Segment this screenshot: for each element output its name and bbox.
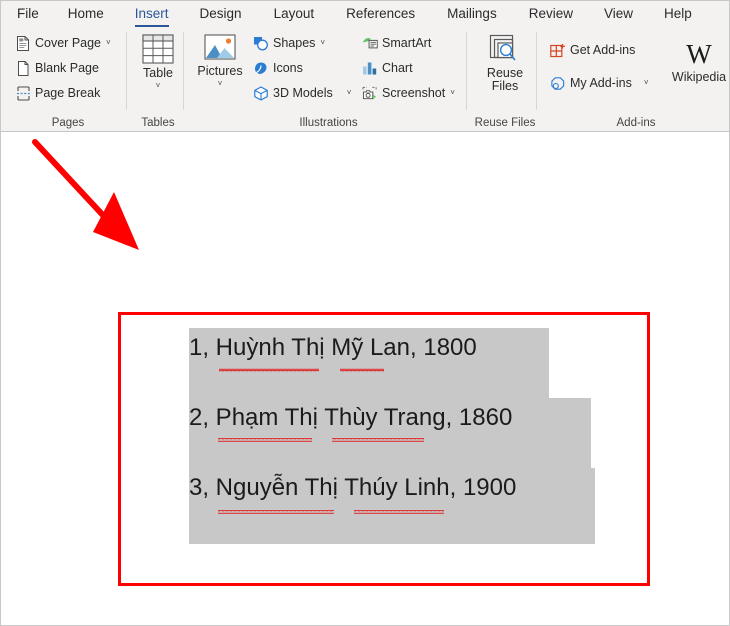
document-line-text: 2, Phạm Thị Thùy Trang, 1860 (189, 404, 513, 431)
chevron-down-icon[interactable]: ˅ (106, 39, 111, 47)
group-divider (466, 32, 467, 110)
ribbon: Cover Page ˅ Blank Page Page Break Pages… (1, 28, 729, 132)
tab-label: Mailings (447, 6, 497, 21)
cover-page-icon (15, 35, 31, 51)
tab-label: File (17, 6, 39, 21)
icons-label: Icons (273, 61, 303, 75)
page-break-label: Page Break (35, 86, 101, 100)
chevron-down-icon[interactable]: ˅ (347, 89, 352, 97)
tab-label: Layout (273, 6, 315, 21)
tab-label: Home (67, 6, 104, 21)
screenshot-label: Screenshot (382, 86, 446, 100)
table-button[interactable]: Table ˅ (132, 34, 184, 90)
tab-review[interactable]: Review (529, 3, 573, 26)
shapes-label: Shapes (273, 36, 316, 50)
smartart-icon (362, 35, 378, 51)
ribbon-group-addins: Get Add-ins My Add-ins ˅ W Wikipedia Add… (542, 28, 729, 132)
cover-page-label: Cover Page (35, 36, 102, 50)
table-label: Table (143, 66, 173, 80)
blank-page-button[interactable]: Blank Page (15, 60, 99, 76)
tab-file[interactable]: File (17, 3, 39, 26)
smartart-button[interactable]: SmartArt (362, 35, 431, 51)
pictures-button[interactable]: Pictures ˅ (194, 34, 246, 88)
wikipedia-label: Wikipedia (671, 70, 727, 84)
tab-label: Insert (134, 6, 169, 21)
selected-text-block[interactable]: 1, Huỳnh Thị Mỹ Lan, 1800 2, Phạm Thị Th… (189, 328, 595, 544)
tab-mailings[interactable]: Mailings (447, 3, 497, 26)
ribbon-group-reuse-files: Reuse Files Reuse Files (473, 28, 537, 132)
my-addins-button[interactable]: My Add-ins ˅ (550, 75, 649, 91)
group-label-addins: Add-ins (616, 117, 656, 129)
chevron-down-icon[interactable]: ˅ (218, 80, 223, 88)
chart-button[interactable]: Chart (362, 60, 413, 76)
tab-label: Design (199, 6, 242, 21)
3d-models-icon (253, 85, 269, 101)
reuse-files-label-line2: Files (491, 79, 519, 93)
table-icon (142, 34, 174, 64)
svg-text:W: W (686, 40, 712, 68)
get-addins-label: Get Add-ins (570, 43, 636, 57)
cover-page-button[interactable]: Cover Page ˅ (15, 35, 111, 51)
group-divider (183, 32, 184, 110)
tab-view[interactable]: View (604, 3, 633, 26)
screenshot-button[interactable]: Screenshot ˅ (362, 85, 455, 101)
wikipedia-icon: W (682, 40, 716, 68)
tab-help[interactable]: Help (664, 3, 692, 26)
document-line-text: 3, Nguyễn Thị Thúy Linh, 1900 (189, 474, 517, 501)
blank-page-label: Blank Page (35, 61, 99, 75)
page-break-button[interactable]: Page Break (15, 85, 100, 101)
ribbon-tabbar: File Home Insert Design Layout Reference… (1, 1, 729, 28)
tab-insert[interactable]: Insert (134, 3, 169, 27)
my-addins-label: My Add-ins (570, 76, 632, 90)
pictures-label: Pictures (197, 64, 243, 78)
get-addins-icon (550, 42, 566, 58)
document-line[interactable]: 1, Huỳnh Thị Mỹ Lan, 1800 (189, 328, 549, 398)
tab-label: Help (664, 6, 692, 21)
pictures-icon (204, 34, 236, 62)
word-window: File Home Insert Design Layout Reference… (0, 0, 730, 626)
wikipedia-button[interactable]: W Wikipedia (668, 40, 729, 84)
reuse-files-button[interactable]: Reuse Files (473, 34, 537, 93)
my-addins-icon (550, 75, 566, 91)
group-label-illustrations: Illustrations (299, 117, 358, 129)
chevron-down-icon[interactable]: ˅ (156, 82, 161, 90)
chevron-down-icon[interactable]: ˅ (320, 39, 325, 47)
tab-label: References (346, 6, 416, 21)
tab-design[interactable]: Design (200, 3, 242, 26)
document-line[interactable]: 3, Nguyễn Thị Thúy Linh, 1900 (189, 468, 595, 544)
tab-layout[interactable]: Layout (274, 3, 315, 26)
group-label-pages: Pages (51, 117, 85, 129)
smartart-label: SmartArt (382, 36, 432, 50)
chart-label: Chart (382, 61, 413, 75)
get-addins-button[interactable]: Get Add-ins (550, 42, 635, 58)
chevron-down-icon[interactable]: ˅ (450, 89, 455, 97)
tab-label: View (603, 6, 633, 21)
blank-page-icon (15, 60, 31, 76)
chart-icon (362, 60, 378, 76)
screenshot-icon (362, 85, 378, 101)
ribbon-group-pages: Cover Page ˅ Blank Page Page Break Pages (9, 28, 127, 132)
3d-models-button[interactable]: 3D Models ˅ (253, 85, 351, 101)
document-canvas[interactable]: 1, Huỳnh Thị Mỹ Lan, 1800 2, Phạm Thị Th… (1, 132, 729, 625)
group-divider (536, 32, 537, 110)
tab-home[interactable]: Home (68, 3, 104, 26)
chevron-down-icon[interactable]: ˅ (644, 79, 649, 87)
reuse-files-icon (489, 34, 521, 64)
tab-label: Review (528, 6, 573, 21)
shapes-button[interactable]: Shapes ˅ (253, 35, 325, 51)
shapes-icon (253, 35, 269, 51)
active-tab-underline (134, 24, 169, 27)
icons-icon (253, 60, 269, 76)
document-line-text: 1, Huỳnh Thị Mỹ Lan, 1800 (189, 334, 477, 361)
ribbon-group-tables: Table ˅ Tables (132, 28, 184, 132)
group-label-tables: Tables (141, 117, 175, 129)
3d-models-label: 3D Models (273, 86, 333, 100)
tab-references[interactable]: References (346, 3, 415, 26)
ribbon-group-illustrations: Pictures ˅ Shapes ˅ Icons 3D Models ˅ Sm… (190, 28, 467, 132)
icons-button[interactable]: Icons (253, 60, 303, 76)
group-divider (126, 32, 127, 110)
page-break-icon (15, 85, 31, 101)
group-label-reuse-files: Reuse Files (474, 117, 536, 129)
document-line[interactable]: 2, Phạm Thị Thùy Trang, 1860 (189, 398, 591, 468)
